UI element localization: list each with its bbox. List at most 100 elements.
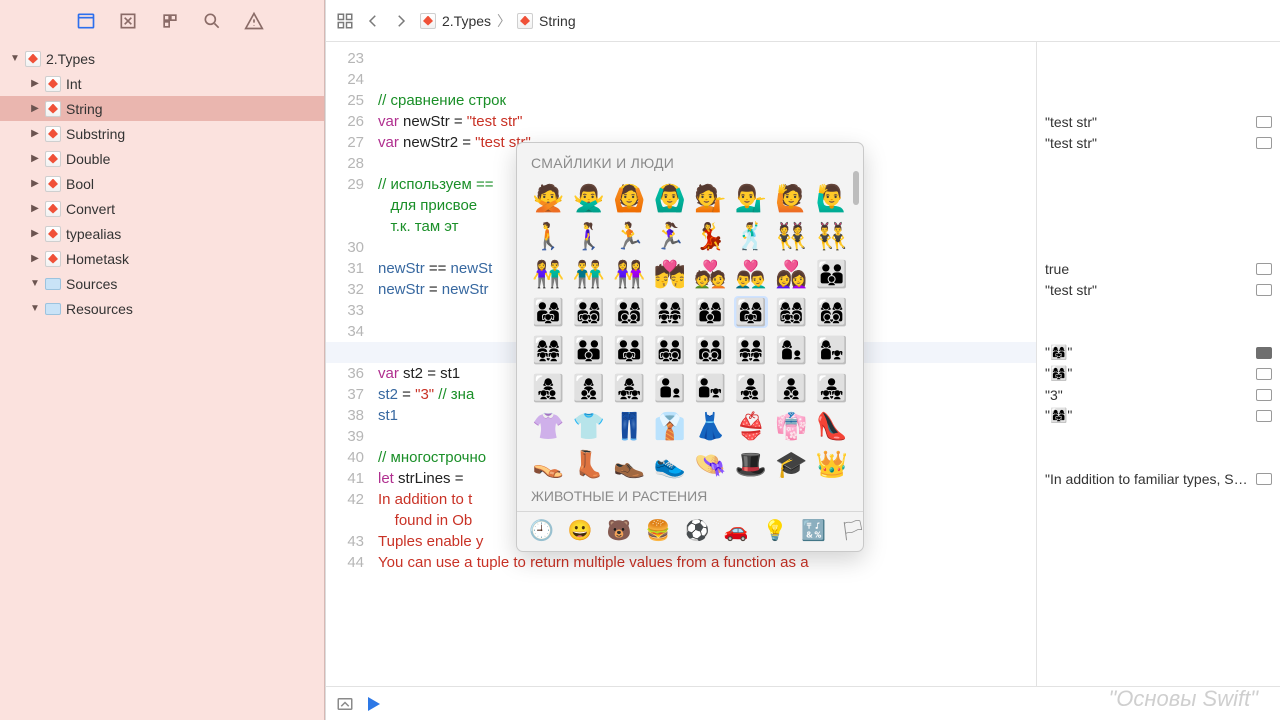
emoji-cell[interactable]: 👨‍👦 [653, 372, 688, 404]
issue-navigator-icon[interactable] [244, 11, 264, 31]
emoji-cell[interactable]: 🕺 [734, 220, 769, 252]
disclosure-triangle-icon[interactable]: ▶ [28, 78, 42, 89]
emoji-cell[interactable]: 🙆‍♂️ [653, 182, 688, 214]
quicklook-icon[interactable] [1256, 389, 1272, 401]
emoji-cell[interactable]: 👞 [612, 448, 647, 480]
emoji-cell[interactable]: 🎩 [734, 448, 769, 480]
emoji-cell[interactable]: 🙋‍♂️ [815, 182, 850, 214]
emoji-cell[interactable]: 👨‍👧‍👧 [815, 372, 850, 404]
emoji-category-icon[interactable]: 😀 [568, 521, 593, 542]
emoji-category-icon[interactable]: ⚽ [685, 521, 710, 542]
emoji-cell[interactable]: 👩‍👧 [815, 334, 850, 366]
emoji-cell[interactable]: 👨‍👦‍👦 [774, 372, 809, 404]
emoji-cell[interactable]: 👩‍👧‍👧 [612, 372, 647, 404]
disclosure-triangle-icon[interactable]: ▼ [28, 278, 42, 289]
emoji-cell[interactable]: 👨‍👨‍👦‍👦 [693, 334, 728, 366]
emoji-cell[interactable]: 👯‍♂️ [815, 220, 850, 252]
breadcrumb[interactable]: 2.Types 〉 String [420, 11, 576, 31]
toggle-debug-icon[interactable] [336, 695, 354, 713]
emoji-cell[interactable]: 👔 [653, 410, 688, 442]
emoji-cell[interactable]: 👨‍👩‍👧‍👧 [653, 296, 688, 328]
debug-navigator-icon[interactable] [160, 11, 180, 31]
emoji-cell[interactable]: 👖 [612, 410, 647, 442]
disclosure-triangle-icon[interactable]: ▶ [28, 103, 42, 114]
tree-item-hometask[interactable]: ▶Hometask [0, 246, 324, 271]
code-editor[interactable]: 2324252627282930313233343536373839404142… [326, 42, 1036, 686]
tree-item-convert[interactable]: ▶Convert [0, 196, 324, 221]
disclosure-triangle-icon[interactable]: ▼ [8, 53, 22, 64]
disclosure-triangle-icon[interactable]: ▶ [28, 128, 42, 139]
tree-item-2.types[interactable]: ▼2.Types [0, 46, 324, 71]
emoji-cell[interactable]: 🙅 [531, 182, 566, 214]
emoji-category-icon[interactable]: 🕘 [529, 521, 554, 542]
disclosure-triangle-icon[interactable]: ▶ [28, 253, 42, 264]
emoji-cell[interactable]: 🚶 [531, 220, 566, 252]
emoji-category-icon[interactable]: 🚗 [724, 521, 749, 542]
quicklook-icon[interactable] [1256, 473, 1272, 485]
emoji-cell[interactable]: 👒 [693, 448, 728, 480]
emoji-category-icon[interactable]: 🍔 [646, 521, 671, 542]
emoji-cell[interactable]: 👘 [774, 410, 809, 442]
emoji-cell[interactable]: 👙 [734, 410, 769, 442]
quicklook-icon[interactable] [1256, 116, 1272, 128]
emoji-cell[interactable]: 👟 [653, 448, 688, 480]
emoji-cell[interactable]: 💁 [693, 182, 728, 214]
emoji-cell[interactable]: 👩‍👩‍👧 [734, 296, 769, 328]
tree-item-int[interactable]: ▶Int [0, 71, 324, 96]
tree-item-resources[interactable]: ▼Resources [0, 296, 324, 321]
emoji-cell[interactable]: 🏃 [612, 220, 647, 252]
emoji-cell[interactable]: 👩‍👧‍👦 [531, 372, 566, 404]
emoji-cell[interactable]: 👫 [531, 258, 566, 290]
quicklook-icon[interactable] [1256, 347, 1272, 359]
emoji-cell[interactable]: 👨‍👧 [693, 372, 728, 404]
emoji-cell[interactable]: 👩‍👦 [774, 334, 809, 366]
emoji-cell[interactable]: 🏃‍♀️ [653, 220, 688, 252]
related-items-icon[interactable] [336, 12, 354, 30]
emoji-cell[interactable]: 👨‍👨‍👧‍👧 [734, 334, 769, 366]
emoji-cell[interactable]: 👕 [572, 410, 607, 442]
emoji-cell[interactable]: 💃 [693, 220, 728, 252]
emoji-cell[interactable]: 👩‍👩‍👧‍👦 [774, 296, 809, 328]
emoji-cell[interactable]: 👨‍👨‍👦 [572, 334, 607, 366]
run-button[interactable] [368, 697, 380, 711]
emoji-cell[interactable]: 👨‍👧‍👦 [734, 372, 769, 404]
emoji-cell[interactable]: 👑 [815, 448, 850, 480]
emoji-cell[interactable]: 👩‍👩‍👦‍👦 [815, 296, 850, 328]
tree-item-double[interactable]: ▶Double [0, 146, 324, 171]
emoji-cell[interactable]: 👨‍👩‍👧‍👦 [572, 296, 607, 328]
emoji-cell[interactable]: 💁‍♂️ [734, 182, 769, 214]
emoji-cell[interactable]: 🚶‍♀️ [572, 220, 607, 252]
nav-back-icon[interactable] [364, 12, 382, 30]
disclosure-triangle-icon[interactable]: ▼ [28, 303, 42, 314]
nav-forward-icon[interactable] [392, 12, 410, 30]
quicklook-icon[interactable] [1256, 284, 1272, 296]
emoji-cell[interactable]: 👪 [815, 258, 850, 290]
emoji-cell[interactable]: 👨‍👨‍👧 [612, 334, 647, 366]
emoji-cell[interactable]: 👩‍❤️‍👩 [774, 258, 809, 290]
emoji-cell[interactable]: 👢 [572, 448, 607, 480]
emoji-cell[interactable]: 👨‍❤️‍👨 [734, 258, 769, 290]
emoji-cell[interactable]: 🙋 [774, 182, 809, 214]
disclosure-triangle-icon[interactable]: ▶ [28, 203, 42, 214]
quicklook-icon[interactable] [1256, 410, 1272, 422]
disclosure-triangle-icon[interactable]: ▶ [28, 178, 42, 189]
emoji-category-icon[interactable]: 💡 [762, 521, 787, 542]
emoji-cell[interactable]: 👨‍👩‍👦‍👦 [612, 296, 647, 328]
quicklook-icon[interactable] [1256, 137, 1272, 149]
emoji-cell[interactable]: 👚 [531, 410, 566, 442]
tree-item-sources[interactable]: ▼Sources [0, 271, 324, 296]
tree-item-bool[interactable]: ▶Bool [0, 171, 324, 196]
disclosure-triangle-icon[interactable]: ▶ [28, 228, 42, 239]
project-navigator-icon[interactable] [76, 11, 96, 31]
emoji-cell[interactable]: 👗 [693, 410, 728, 442]
emoji-cell[interactable]: 👩‍👦‍👦 [572, 372, 607, 404]
emoji-cell[interactable]: 👭 [612, 258, 647, 290]
emoji-cell[interactable]: 👨‍👩‍👧 [531, 296, 566, 328]
find-navigator-icon[interactable] [202, 11, 222, 31]
quicklook-icon[interactable] [1256, 368, 1272, 380]
tree-item-typealias[interactable]: ▶typealias [0, 221, 324, 246]
emoji-cell[interactable]: 🙅‍♂️ [572, 182, 607, 214]
tree-item-substring[interactable]: ▶Substring [0, 121, 324, 146]
emoji-cell[interactable]: 👠 [815, 410, 850, 442]
tree-item-string[interactable]: ▶String [0, 96, 324, 121]
